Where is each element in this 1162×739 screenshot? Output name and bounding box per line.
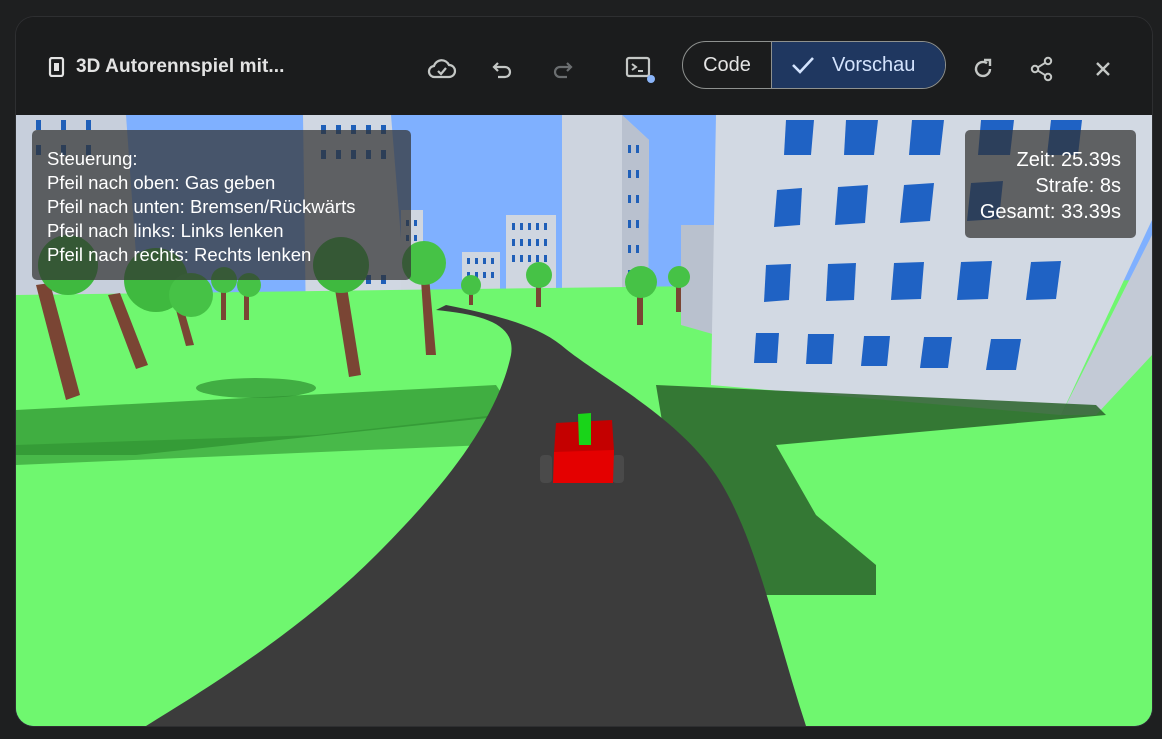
page-title: 3D Autorennspiel mit... <box>76 56 285 77</box>
time-readout: Zeit: 25.39s <box>1016 149 1121 171</box>
share-icon <box>1030 56 1053 82</box>
stats-panel: Zeit: 25.39s Strafe: 8s Gesamt: 33.39s <box>964 130 1136 238</box>
control-line-right: Pfeil nach rechts: Rechts lenken <box>47 244 312 265</box>
undo-icon <box>492 62 512 79</box>
app-frame-icon <box>48 57 65 77</box>
control-line-left: Pfeil nach links: Links lenken <box>47 220 284 241</box>
total-readout: Gesamt: 33.39s <box>979 201 1121 223</box>
share-button[interactable] <box>1024 51 1060 87</box>
close-icon <box>1096 62 1110 76</box>
console-icon <box>625 56 655 83</box>
refresh-button[interactable] <box>965 51 1001 87</box>
control-line-up: Pfeil nach oben: Gas geben <box>47 172 276 193</box>
refresh-icon <box>974 58 992 78</box>
tree-shadow <box>196 378 316 398</box>
preview-tab[interactable]: Vorschau <box>772 42 945 88</box>
code-tab[interactable]: Code <box>683 42 772 88</box>
car-wheel-right <box>612 455 624 483</box>
controls-heading: Steuerung: <box>47 148 138 169</box>
car-body <box>553 450 614 483</box>
header-bar: 3D Autorennspiel mit... Code Vorschau <box>16 17 1152 115</box>
redo-button[interactable] <box>544 51 580 87</box>
view-toggle: Code Vorschau <box>682 41 946 89</box>
checkmark-icon <box>792 57 814 74</box>
controls-panel: Steuerung: Pfeil nach oben: Gas geben Pf… <box>32 130 411 280</box>
close-button[interactable] <box>1085 51 1121 87</box>
control-line-down: Pfeil nach unten: Bremsen/Rückwärts <box>47 196 356 217</box>
title-area: 3D Autorennspiel mit... <box>48 55 285 79</box>
penalty-readout: Strafe: 8s <box>1035 175 1121 197</box>
cloud-check-icon <box>427 59 457 79</box>
car-wheel-left <box>540 455 552 483</box>
preview-window: 3D Autorennspiel mit... Code Vorschau St… <box>16 17 1152 726</box>
undo-button[interactable] <box>485 51 521 87</box>
console-button[interactable] <box>622 51 658 87</box>
car-stripe <box>578 413 591 445</box>
game-canvas[interactable]: Steuerung: Pfeil nach oben: Gas geben Pf… <box>16 115 1152 726</box>
cloud-save-button[interactable] <box>424 51 460 87</box>
preview-tab-label: Vorschau <box>832 53 916 76</box>
redo-icon <box>553 62 573 79</box>
